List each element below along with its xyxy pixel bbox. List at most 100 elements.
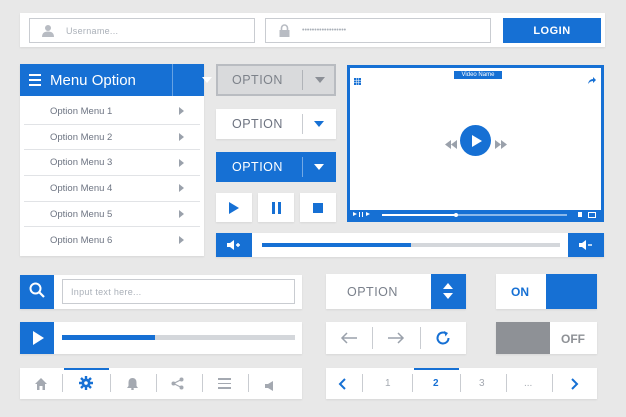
- menu-item-label: Option Menu 6: [50, 234, 113, 246]
- menu-item-label: Option Menu 5: [50, 208, 113, 220]
- media-play-button[interactable]: [20, 322, 54, 354]
- toolbar-divider: [248, 374, 249, 392]
- dropdown-divider: [302, 157, 303, 177]
- forward-icon[interactable]: [495, 136, 507, 154]
- dropdown-white[interactable]: OPTION: [216, 109, 336, 139]
- page-3[interactable]: 3: [479, 378, 485, 389]
- search-placeholder: Input text here...: [71, 286, 142, 297]
- search-input[interactable]: Input text here...: [62, 279, 295, 304]
- menu-item-label: Option Menu 4: [50, 182, 113, 194]
- chevron-right-icon: [179, 107, 184, 116]
- chevron-down-icon: [315, 77, 325, 83]
- volume-icon[interactable]: [578, 212, 582, 217]
- play-circle-button[interactable]: [460, 125, 491, 156]
- toolbar-divider: [156, 374, 157, 392]
- chevron-down-icon: [202, 77, 212, 83]
- grid-icon[interactable]: [354, 72, 361, 90]
- volume-down-button[interactable]: [568, 233, 604, 257]
- gear-icon[interactable]: [79, 376, 93, 395]
- pagination-divider: [506, 374, 507, 392]
- menu-item[interactable]: Option Menu 3: [24, 150, 200, 177]
- media-progress-fill: [62, 335, 156, 340]
- pause-icon: [271, 201, 281, 214]
- video-player: Video Name: [347, 65, 604, 222]
- lock-icon: [274, 20, 294, 42]
- pause-icon[interactable]: [359, 212, 363, 217]
- toggle-off[interactable]: OFF: [496, 322, 597, 354]
- fullscreen-icon[interactable]: [588, 211, 596, 218]
- rewind-icon[interactable]: [445, 136, 457, 154]
- play-icon[interactable]: [353, 212, 357, 216]
- toggle-on[interactable]: ON: [496, 274, 597, 309]
- toolbar-divider: [62, 374, 63, 392]
- video-title: Video Name: [454, 71, 502, 79]
- username-placeholder: Username...: [66, 25, 119, 36]
- chevron-down-icon: [314, 164, 324, 170]
- video-progress-track[interactable]: [382, 212, 567, 217]
- menu-item[interactable]: Option Menu 4: [24, 176, 200, 202]
- menu-item[interactable]: Option Menu 5: [24, 202, 200, 228]
- pagination-divider: [412, 374, 413, 392]
- bell-icon[interactable]: [127, 377, 138, 395]
- page-2[interactable]: 2: [433, 378, 439, 389]
- dropdown-divider: [302, 114, 303, 134]
- active-tab-indicator: [64, 368, 109, 370]
- stepper-label: OPTION: [347, 285, 398, 299]
- menu-item-label: Option Menu 2: [50, 131, 113, 143]
- pause-button[interactable]: [258, 193, 294, 222]
- chevron-down-icon: [314, 121, 324, 127]
- chevron-right-icon: [179, 236, 184, 245]
- menu-title: Menu Option: [50, 71, 136, 89]
- video-control-bar: [350, 210, 601, 219]
- stop-button[interactable]: [300, 193, 336, 222]
- username-field[interactable]: Username...: [29, 18, 255, 43]
- refresh-icon[interactable]: [435, 330, 451, 351]
- toolbar-divider: [110, 374, 111, 392]
- arrow-left-icon[interactable]: [340, 331, 358, 350]
- login-button[interactable]: LOGIN: [503, 18, 601, 43]
- media-progress-track[interactable]: [62, 335, 295, 340]
- volume-fill: [262, 243, 411, 247]
- pagination-divider: [552, 374, 553, 392]
- dropdown-white-label: OPTION: [232, 117, 283, 131]
- search-button[interactable]: [20, 275, 54, 309]
- volume-track[interactable]: [262, 243, 560, 247]
- volume-up-button[interactable]: [216, 233, 252, 257]
- next-icon[interactable]: [366, 212, 370, 216]
- chevron-down-icon: [443, 293, 453, 299]
- menu-item[interactable]: Option Menu 6: [24, 227, 200, 253]
- share-icon[interactable]: [171, 377, 184, 395]
- menu-item-label: Option Menu 1: [50, 105, 113, 117]
- chevron-right-icon: [179, 210, 184, 219]
- chevron-right-icon[interactable]: [571, 377, 579, 395]
- list-icon[interactable]: [218, 378, 231, 389]
- stepper-select[interactable]: OPTION: [326, 274, 466, 309]
- speaker-icon[interactable]: [265, 378, 276, 396]
- active-page-indicator: [414, 368, 459, 370]
- stop-icon: [313, 202, 323, 213]
- menu-item[interactable]: Option Menu 1: [24, 99, 200, 125]
- hamburger-icon: [29, 74, 41, 86]
- pagination-divider: [362, 374, 363, 392]
- menu-header-divider: [172, 64, 173, 96]
- arrow-right-icon[interactable]: [387, 331, 405, 350]
- pagination: [326, 368, 597, 399]
- menu-item[interactable]: Option Menu 2: [24, 125, 200, 151]
- dropdown-blue[interactable]: OPTION: [216, 152, 336, 182]
- password-field[interactable]: ••••••••••••••••••: [265, 18, 491, 43]
- toggle-off-knob: [496, 322, 550, 354]
- share-icon[interactable]: [588, 71, 596, 89]
- menu-header[interactable]: Menu Option: [20, 64, 212, 96]
- chevron-left-icon[interactable]: [338, 377, 346, 395]
- dropdown-gray-label: OPTION: [232, 73, 283, 87]
- stepper-toggle-button[interactable]: [431, 274, 466, 309]
- nav-divider: [372, 327, 373, 349]
- play-icon: [472, 134, 482, 147]
- search-icon: [29, 282, 45, 303]
- page-1[interactable]: 1: [385, 378, 391, 389]
- play-button[interactable]: [216, 193, 252, 222]
- video-progress-handle[interactable]: [454, 212, 458, 217]
- volume-up-icon: [227, 240, 241, 250]
- home-icon[interactable]: [35, 377, 47, 395]
- dropdown-gray[interactable]: OPTION: [216, 64, 336, 96]
